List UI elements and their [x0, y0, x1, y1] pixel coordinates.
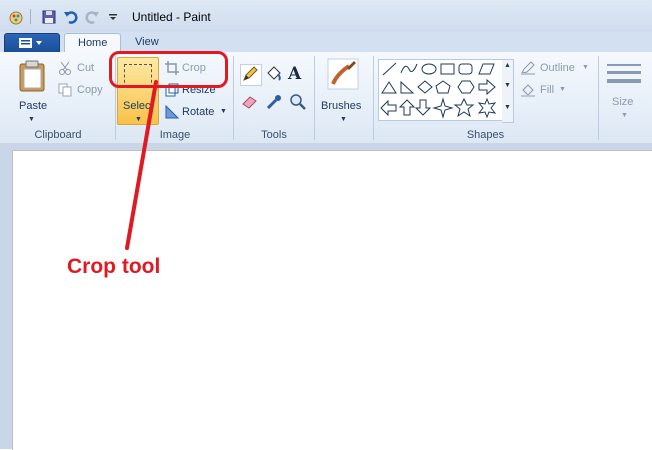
annotation-arrow	[125, 80, 158, 250]
annotation-label: Crop tool	[67, 255, 161, 278]
